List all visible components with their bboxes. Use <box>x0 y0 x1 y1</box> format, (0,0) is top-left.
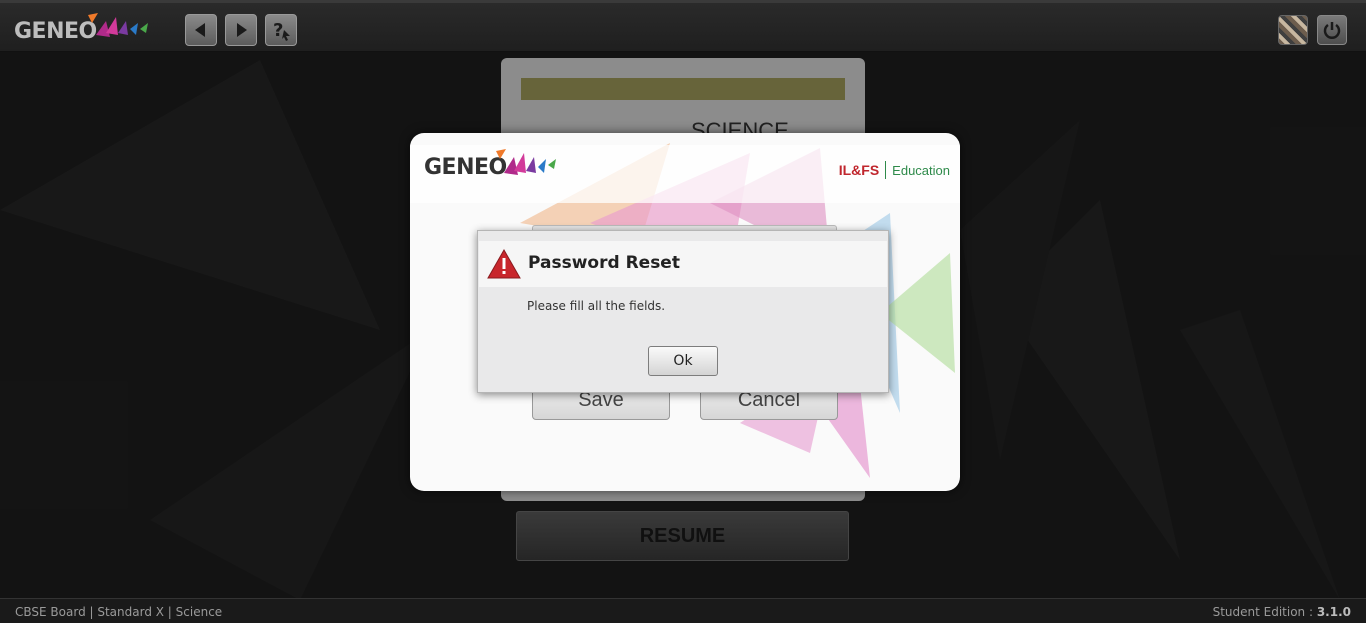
ok-button[interactable]: Ok <box>648 346 718 376</box>
version-number: 3.1.0 <box>1316 605 1351 619</box>
ilfs-brand: IL&FS <box>838 162 880 178</box>
brand-separator <box>885 161 887 179</box>
help-icon: ? <box>273 20 290 41</box>
alert-dialog: Password Reset Please fill all the field… <box>477 230 889 393</box>
logo-triangles-icon <box>88 13 148 37</box>
power-button[interactable] <box>1317 15 1347 45</box>
edition-label: Student Edition : <box>1212 605 1317 619</box>
power-icon <box>1323 22 1341 39</box>
svg-text:?: ? <box>273 20 283 41</box>
alert-message: Please fill all the fields. <box>527 299 666 313</box>
ilfs-division: Education <box>892 162 950 178</box>
geneo-logo: GENEO <box>14 11 154 47</box>
forward-button[interactable] <box>225 14 257 46</box>
warning-icon <box>487 249 521 279</box>
modal-geneo-logo: GENEO <box>424 147 564 183</box>
breadcrumb: CBSE Board | Standard X | Science <box>15 605 223 619</box>
alert-title: Password Reset <box>528 253 680 273</box>
edition-info: Student Edition : 3.1.0 <box>1213 605 1351 619</box>
forward-arrow-icon <box>237 23 247 37</box>
user-avatar[interactable] <box>1278 15 1308 45</box>
top-bar: GENEO ? <box>0 0 1366 52</box>
logo-triangles-icon <box>496 149 556 175</box>
back-button[interactable] <box>185 14 217 46</box>
help-button[interactable]: ? <box>265 14 297 46</box>
back-arrow-icon <box>195 23 205 37</box>
status-footer: CBSE Board | Standard X | Science Studen… <box>0 598 1366 623</box>
alert-title-bar: Password Reset <box>479 241 887 287</box>
ilfs-education-logo: IL&FS Education <box>839 161 950 179</box>
